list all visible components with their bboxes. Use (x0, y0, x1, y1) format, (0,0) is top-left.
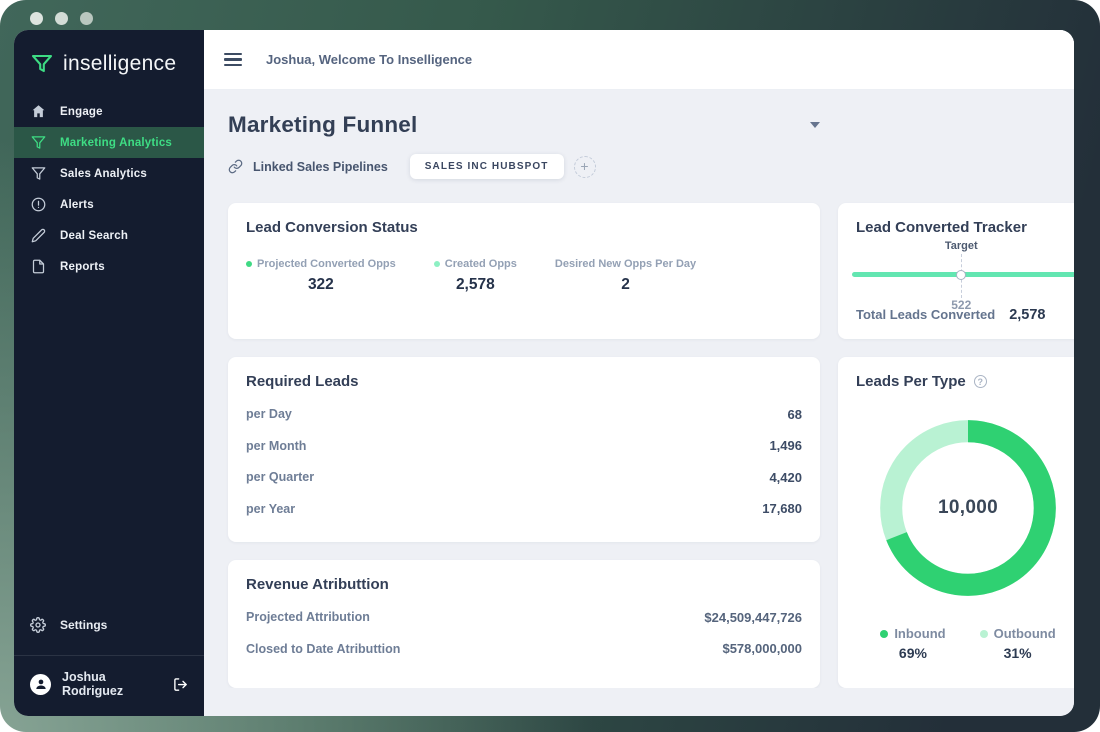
target-tracker: Target 522 (852, 238, 1074, 312)
table-row: per Month 1,496 (246, 438, 802, 453)
table-row: per Quarter 4,420 (246, 469, 802, 485)
welcome-message: Joshua, Welcome To Inselligence (266, 52, 473, 67)
sidebar-item-alerts[interactable]: Alerts (14, 189, 204, 220)
chevron-down-icon[interactable] (810, 122, 820, 128)
sidebar-item-engage[interactable]: Engage (14, 96, 204, 127)
tracker-target-knob[interactable] (956, 269, 967, 280)
table-row: Projected Attribution $24,509,447,726 (246, 609, 802, 625)
inselligence-funnel-logo-icon (30, 52, 54, 76)
window-control-dot (30, 12, 43, 25)
dashboard-grid: Lead Conversion Status Projected Convert… (228, 203, 1074, 688)
main-area: Joshua, Welcome To Inselligence Marketin… (204, 30, 1074, 716)
brand-logo: inselligence (14, 30, 204, 96)
sidebar-nav: Engage Marketing Analytics Sales Analyti… (14, 96, 204, 282)
sidebar-item-marketing-analytics[interactable]: Marketing Analytics (14, 127, 204, 158)
required-leads-card: Required Leads per Day 68 per Month 1,49… (228, 357, 820, 542)
total-leads-converted-value: 2,578 (1009, 307, 1046, 323)
sidebar-item-settings[interactable]: Settings (14, 607, 204, 643)
funnel-icon (30, 166, 46, 182)
legend-dot (246, 261, 252, 267)
alert-circle-icon (30, 197, 46, 213)
target-value: 522 (951, 298, 972, 312)
app-window: inselligence Engage Marketing Analytics (14, 30, 1074, 716)
browser-frame: inselligence Engage Marketing Analytics (0, 0, 1100, 732)
donut-center-value: 10,000 (938, 497, 998, 518)
card-title: Revenue Atributtion (246, 576, 389, 593)
stat-value: 2,578 (455, 276, 495, 293)
help-icon[interactable]: ? (973, 375, 987, 388)
window-control-dot (55, 12, 68, 25)
link-icon (228, 159, 243, 174)
table-row: per Day 68 (246, 406, 802, 422)
stat-projected-converted-opps: Projected Converted Opps 322 (246, 258, 396, 294)
home-icon (30, 104, 46, 120)
topbar: Joshua, Welcome To Inselligence (204, 30, 1074, 90)
pencil-icon (30, 228, 46, 244)
user-avatar-icon (30, 673, 51, 695)
donut-chart: 10,000 (872, 412, 1064, 604)
card-title: Lead Conversion Status (246, 219, 418, 236)
stat-created-opps: Created Opps 2,578 (433, 258, 517, 294)
logout-icon[interactable] (173, 677, 188, 692)
legend-item-outbound: Outbound 31% (979, 626, 1056, 661)
lead-converted-tracker-card: Lead Converted Tracker Target 522 Total … (838, 203, 1074, 339)
linked-pipelines-row: Linked Sales Pipelines SALES INC HUBSPOT… (228, 154, 1074, 179)
legend-dot (880, 629, 889, 638)
card-title: Required Leads (246, 373, 359, 390)
settings-label: Settings (60, 618, 108, 632)
stat-value: 2 (621, 276, 630, 293)
legend-dot (433, 261, 440, 267)
legend-dot (979, 629, 988, 638)
funnel-icon (30, 135, 46, 151)
user-name: Joshua Rodriguez (62, 670, 124, 698)
lead-conversion-status-card: Lead Conversion Status Projected Convert… (228, 203, 820, 339)
chart-legend: Inbound 69% Outbound 31% (856, 626, 1074, 661)
target-label: Target (944, 240, 978, 252)
user-profile[interactable]: Joshua Rodriguez (14, 656, 204, 716)
sidebar-item-deal-search[interactable]: Deal Search (14, 220, 204, 251)
table-row: Closed to Date Atributtion $578,000,000 (246, 641, 802, 656)
page-title: Marketing Funnel (228, 112, 418, 137)
sidebar: inselligence Engage Marketing Analytics (14, 30, 204, 716)
pipeline-badge[interactable]: SALES INC HUBSPOT (409, 154, 564, 179)
add-pipeline-button[interactable]: + (573, 155, 596, 178)
document-icon (30, 259, 46, 275)
stat-value: 322 (307, 276, 334, 293)
gear-icon (30, 617, 46, 633)
sidebar-item-reports[interactable]: Reports (14, 251, 204, 282)
linked-pipelines-label: Linked Sales Pipelines (253, 159, 388, 174)
brand-name: inselligence (63, 52, 177, 75)
card-title: Lead Converted Tracker (856, 219, 1027, 236)
sidebar-item-sales-analytics[interactable]: Sales Analytics (14, 158, 204, 189)
window-controls (30, 12, 93, 25)
table-row: per Year 17,680 (246, 501, 802, 516)
card-title: Leads Per Type (856, 373, 966, 390)
total-leads-converted-label: Total Leads Converted (856, 307, 996, 322)
revenue-attribution-card: Revenue Atributtion Projected Attributio… (228, 560, 820, 688)
leads-per-type-card: Leads Per Type ? 10,000 Inbound 69% Outb… (838, 357, 1074, 688)
hamburger-menu-icon[interactable] (224, 52, 242, 67)
window-control-dot (80, 12, 93, 25)
page-content: Marketing Funnel Linked Sales Pipelines … (204, 90, 1074, 688)
legend-item-inbound: Inbound 69% (880, 626, 946, 661)
stat-desired-new-opps: Desired New Opps Per Day 2 (554, 258, 697, 293)
